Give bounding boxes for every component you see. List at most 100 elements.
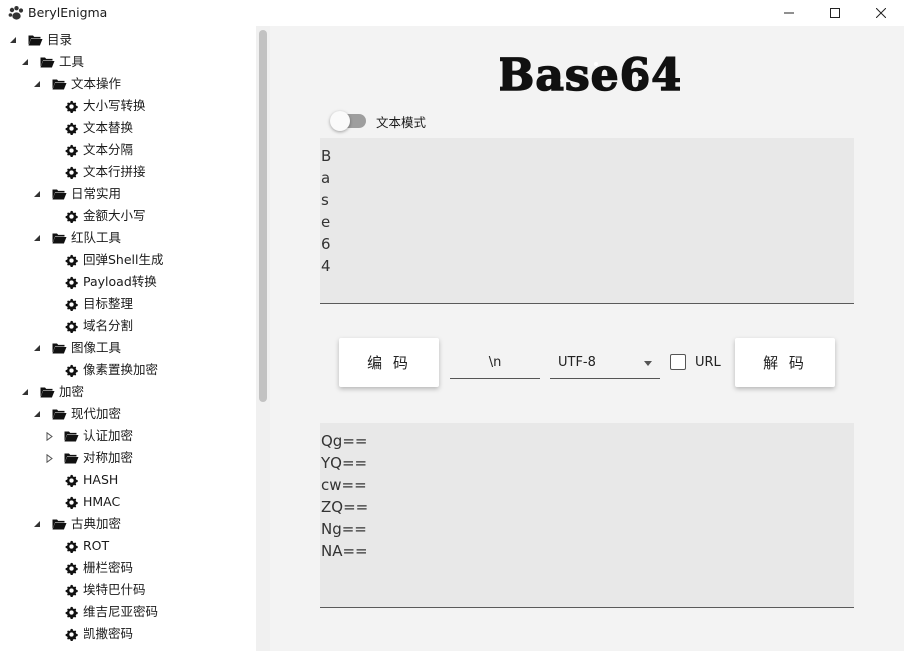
sidebar-item[interactable]: 红队工具 bbox=[0, 227, 256, 249]
sidebar-item-label: 维吉尼亚密码 bbox=[83, 604, 159, 619]
sidebar-item[interactable]: 大小写转换 bbox=[0, 95, 256, 117]
sidebar-item-label: 工具 bbox=[59, 54, 85, 69]
expanded-arrow-icon[interactable] bbox=[8, 29, 18, 51]
gear-icon bbox=[63, 601, 79, 623]
folder-open-icon bbox=[27, 29, 43, 51]
sidebar-item-label: 埃特巴什码 bbox=[83, 582, 146, 597]
input-line: B bbox=[321, 147, 333, 165]
sidebar-item[interactable]: Payload转换 bbox=[0, 271, 256, 293]
output-textarea[interactable]: Qg== YQ== cw== ZQ== Ng== NA== bbox=[320, 423, 854, 608]
expanded-arrow-icon[interactable] bbox=[32, 337, 42, 359]
sidebar-item[interactable]: 金额大小写 bbox=[0, 205, 256, 227]
sidebar-item[interactable]: 文本分隔 bbox=[0, 139, 256, 161]
sidebar-item-label: 像素置换加密 bbox=[83, 362, 159, 377]
sidebar-item-label: 加密 bbox=[59, 384, 85, 399]
sidebar-item[interactable]: 回弹Shell生成 bbox=[0, 249, 256, 271]
folder-open-icon bbox=[51, 403, 67, 425]
sidebar-item[interactable]: 像素置换加密 bbox=[0, 359, 256, 381]
decode-button[interactable]: 解 码 bbox=[735, 338, 835, 387]
sidebar-item[interactable]: 认证加密 bbox=[0, 425, 256, 447]
sidebar-item[interactable]: 文本行拼接 bbox=[0, 161, 256, 183]
output-line: ZQ== bbox=[321, 498, 369, 516]
close-button[interactable] bbox=[858, 0, 904, 26]
sidebar-item-label: 文本操作 bbox=[71, 76, 122, 91]
gear-icon bbox=[63, 271, 79, 293]
sidebar-item-label: HMAC bbox=[83, 494, 121, 509]
input-textarea[interactable]: B a s e 6 4 bbox=[320, 138, 854, 304]
sidebar-item[interactable]: 古典加密 bbox=[0, 513, 256, 535]
folder-open-icon bbox=[51, 73, 67, 95]
expanded-arrow-icon[interactable] bbox=[20, 51, 30, 73]
sidebar-item[interactable]: 域名分割 bbox=[0, 315, 256, 337]
gear-icon bbox=[63, 117, 79, 139]
gear-icon bbox=[63, 491, 79, 513]
expanded-arrow-icon[interactable] bbox=[32, 73, 42, 95]
sidebar-item-label: HASH bbox=[83, 472, 119, 487]
input-line: e bbox=[321, 213, 332, 231]
expanded-arrow-icon[interactable] bbox=[32, 513, 42, 535]
newline-separator-input[interactable]: \n bbox=[450, 350, 540, 379]
sidebar-item[interactable]: 目录 bbox=[0, 29, 256, 51]
expanded-arrow-icon[interactable] bbox=[32, 227, 42, 249]
output-line: Qg== bbox=[321, 432, 368, 450]
folder-open-icon bbox=[51, 227, 67, 249]
expanded-arrow-icon[interactable] bbox=[20, 381, 30, 403]
sidebar: 目录工具文本操作大小写转换 文本替换 文本分隔文本行拼接日常实用 金额大小写红队工具回… bbox=[0, 26, 270, 651]
gear-icon bbox=[63, 469, 79, 491]
expanded-arrow-icon[interactable] bbox=[32, 403, 42, 425]
sidebar-item[interactable]: 现代加密 bbox=[0, 403, 256, 425]
output-line: YQ== bbox=[321, 454, 368, 472]
folder-open-icon bbox=[51, 513, 67, 535]
sidebar-item-label: 域名分割 bbox=[83, 318, 134, 333]
sidebar-item[interactable]: ROT bbox=[0, 535, 256, 557]
collapsed-arrow-icon[interactable] bbox=[44, 425, 54, 447]
sidebar-item[interactable]: 图像工具 bbox=[0, 337, 256, 359]
sidebar-item[interactable]: 对称加密 bbox=[0, 447, 256, 469]
sidebar-item[interactable]: 埃特巴什码 bbox=[0, 579, 256, 601]
url-checkbox[interactable] bbox=[670, 354, 686, 370]
sidebar-item[interactable]: 工具 bbox=[0, 51, 256, 73]
minimize-icon bbox=[784, 12, 794, 14]
charset-value: UTF-8 bbox=[558, 355, 596, 370]
sidebar-item-label: 红队工具 bbox=[71, 230, 122, 245]
sidebar-item[interactable]: 栅栏密码 bbox=[0, 557, 256, 579]
sidebar-item-label: Payload转换 bbox=[83, 274, 157, 289]
charset-dropdown[interactable]: UTF-8 bbox=[550, 350, 660, 379]
base64-logo: Base64 bbox=[500, 49, 680, 102]
sidebar-item[interactable]: 加密 bbox=[0, 381, 256, 403]
paw-app-icon bbox=[8, 6, 24, 20]
expanded-arrow-icon[interactable] bbox=[32, 183, 42, 205]
maximize-button[interactable] bbox=[812, 0, 858, 26]
sidebar-item-label: 目标整理 bbox=[83, 296, 134, 311]
sidebar-item-label: 图像工具 bbox=[71, 340, 122, 355]
output-line: cw== bbox=[321, 476, 367, 494]
sidebar-item[interactable]: HASH bbox=[0, 469, 256, 491]
folder-open-icon bbox=[51, 337, 67, 359]
sidebar-item[interactable]: 文本操作 bbox=[0, 73, 256, 95]
sidebar-item-label: 对称加密 bbox=[83, 450, 134, 465]
minimize-button[interactable] bbox=[766, 0, 812, 26]
main-panel: Base64 文本模式 B a s e 6 4 编 码 \n UTF-8 URL… bbox=[270, 26, 904, 651]
sidebar-scrollbar-thumb[interactable] bbox=[259, 30, 267, 402]
input-line: 4 bbox=[321, 257, 332, 275]
sidebar-item[interactable]: 维吉尼亚密码 bbox=[0, 601, 256, 623]
sidebar-item-label: 古典加密 bbox=[71, 516, 122, 531]
gear-icon bbox=[63, 623, 79, 645]
input-line: s bbox=[321, 191, 330, 209]
close-icon bbox=[876, 8, 886, 18]
sidebar-item[interactable]: 目标整理 bbox=[0, 293, 256, 315]
output-line: Ng== bbox=[321, 520, 367, 538]
sidebar-item-label: 回弹Shell生成 bbox=[83, 252, 164, 267]
gear-icon bbox=[63, 557, 79, 579]
sidebar-item[interactable]: 日常实用 bbox=[0, 183, 256, 205]
sidebar-item-label: 目录 bbox=[47, 32, 73, 47]
text-mode-toggle[interactable] bbox=[330, 111, 366, 131]
sidebar-item-label: 文本行拼接 bbox=[83, 164, 146, 179]
gear-icon bbox=[63, 249, 79, 271]
sidebar-item[interactable]: 文本替换 bbox=[0, 117, 256, 139]
sidebar-item[interactable]: 凯撒密码 bbox=[0, 623, 256, 645]
collapsed-arrow-icon[interactable] bbox=[44, 447, 54, 469]
newline-separator-value: \n bbox=[488, 355, 502, 370]
encode-button[interactable]: 编 码 bbox=[339, 338, 439, 387]
sidebar-item[interactable]: HMAC bbox=[0, 491, 256, 513]
